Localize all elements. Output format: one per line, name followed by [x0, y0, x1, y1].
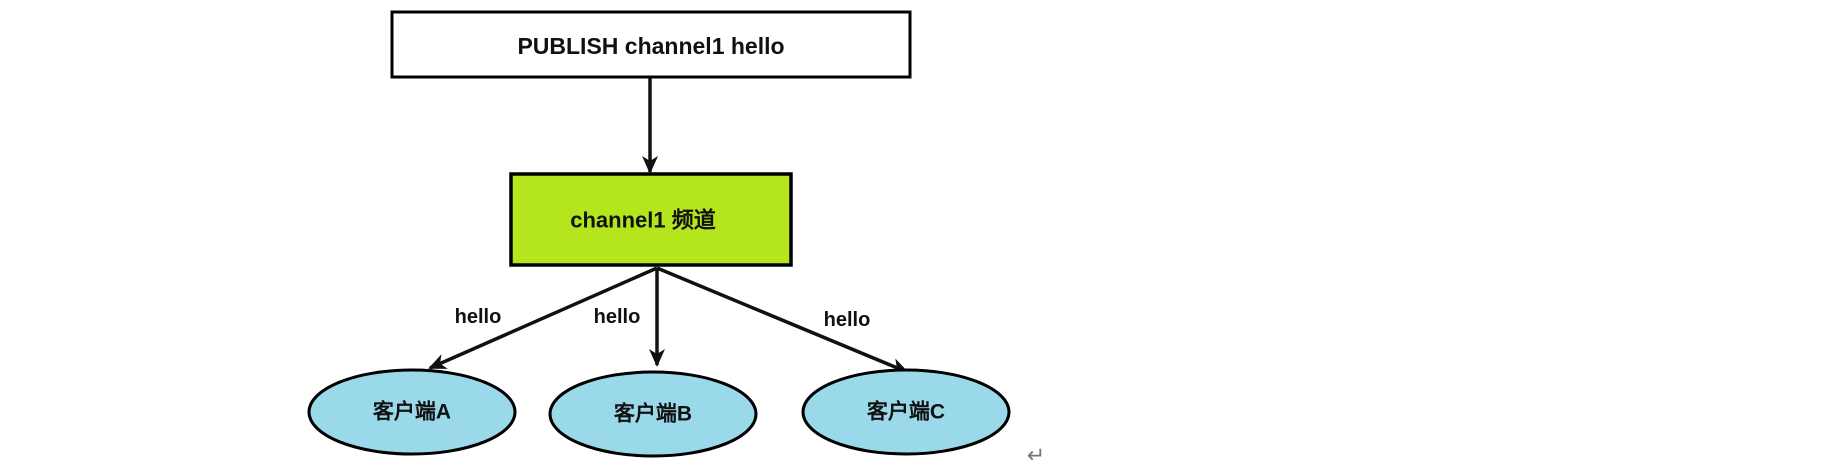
client-b-node: 客户端B [548, 370, 758, 458]
edge-label-client-a: hello [455, 306, 502, 328]
client-b-label: 客户端B [614, 402, 692, 426]
channel-node: channel1 频道 [509, 172, 793, 267]
pubsub-diagram: PUBLISH channel1 hello channel1 频道 hello… [307, 10, 1045, 469]
client-c-label: 客户端C [867, 400, 945, 424]
paragraph-mark-icon: ↵ [1027, 444, 1045, 469]
client-a-label: 客户端A [373, 400, 451, 424]
client-a-node: 客户端A [307, 368, 517, 456]
edge-label-client-c: hello [824, 309, 871, 331]
publish-command-label: PUBLISH channel1 hello [517, 33, 784, 59]
client-c-node: 客户端C [801, 368, 1011, 456]
publish-command-node: PUBLISH channel1 hello [390, 10, 912, 79]
channel-label: channel1 频道 [570, 208, 715, 233]
edge-label-client-b: hello [594, 306, 641, 328]
